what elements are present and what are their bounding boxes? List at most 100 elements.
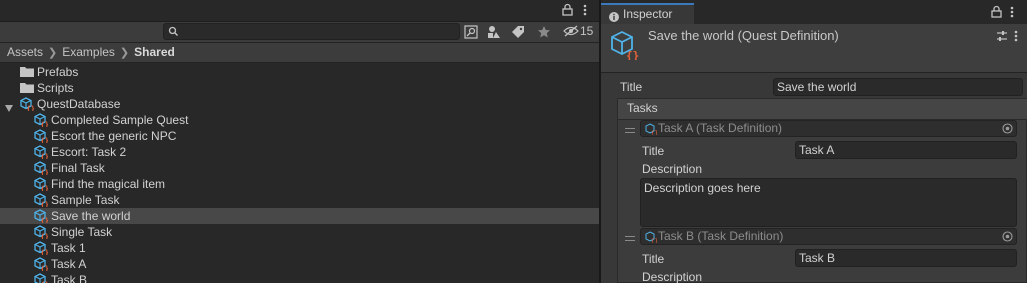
object-picker-icon[interactable]	[1002, 123, 1013, 138]
breadcrumb: Assets ❯ Examples ❯ Shared	[0, 43, 599, 63]
tree-item[interactable]: {}Completed Sample Quest	[0, 112, 599, 129]
tree-item[interactable]: {}Task A	[0, 256, 599, 273]
tree-item[interactable]: {}Sample Task	[0, 192, 599, 209]
task-asset-icon: {}	[34, 161, 49, 177]
svg-text:{}: {}	[41, 201, 49, 207]
inspector-window: Inspector {} Save the world (Quest Defin…	[601, 0, 1027, 283]
quest-definition-icon: {}	[610, 30, 640, 63]
tree-item-label: Escort the generic NPC	[51, 129, 177, 143]
task-b-header: Task B (Task Definition)	[658, 229, 784, 243]
svg-text:{}: {}	[41, 249, 49, 255]
tree-item[interactable]: Scripts	[0, 80, 599, 96]
quest-asset-icon: {}	[34, 225, 49, 241]
task-asset-icon: {}	[34, 257, 49, 273]
svg-text:{}: {}	[41, 121, 49, 127]
title-field[interactable]: Save the world	[773, 78, 1023, 96]
tree-item[interactable]: {}QuestDatabase	[0, 96, 599, 113]
tree-item-label: Task B	[51, 273, 88, 283]
task-a-description-label: Description	[642, 162, 703, 176]
tree-item-label: QuestDatabase	[37, 97, 121, 111]
svg-text:{}: {}	[27, 105, 35, 111]
tab-inspector-label: Inspector	[623, 7, 673, 21]
tree-item-label: Escort: Task 2	[51, 145, 127, 159]
project-tab-bar	[0, 0, 599, 22]
task-a-object-field[interactable]: {} Task A (Task Definition)	[640, 120, 1017, 137]
tree-item[interactable]: {}Single Task	[0, 224, 599, 241]
tree-item[interactable]: {}Escort the generic NPC	[0, 128, 599, 145]
filter-by-label-icon[interactable]	[509, 24, 527, 40]
tree-item[interactable]: {}Escort: Task 2	[0, 144, 599, 161]
asset-list: PrefabsScripts{}QuestDatabase{}Completed…	[0, 64, 599, 283]
tasks-label: Tasks	[627, 101, 658, 115]
quest-asset-icon: {}	[34, 113, 49, 129]
task-b-object-field[interactable]: {} Task B (Task Definition)	[640, 228, 1017, 245]
task-a-title-field[interactable]: Task A	[795, 141, 1017, 159]
quest-asset-icon: {}	[34, 209, 49, 225]
tree-item[interactable]: {}Final Task	[0, 160, 599, 177]
tree-item-label: Task A	[51, 257, 87, 271]
tree-item[interactable]: {}Task B	[0, 272, 599, 283]
svg-text:{}: {}	[651, 238, 657, 243]
quest-asset-icon: {}	[20, 97, 35, 113]
lock-icon[interactable]	[991, 5, 1002, 21]
svg-text:{}: {}	[41, 137, 49, 143]
tree-item[interactable]: {}Find the magical item	[0, 176, 599, 193]
search-by-type-icon[interactable]	[462, 24, 480, 40]
tree-item-label: Single Task	[51, 225, 113, 239]
svg-text:{}: {}	[41, 233, 49, 239]
breadcrumb-examples[interactable]: Examples	[62, 43, 115, 62]
task-asset-icon: {}	[34, 193, 49, 209]
lock-icon[interactable]	[562, 3, 573, 19]
folder-icon	[20, 82, 34, 96]
more-options-icon[interactable]	[1010, 6, 1014, 21]
chevron-right-icon: ❯	[48, 47, 58, 59]
tree-item[interactable]: Prefabs	[0, 64, 599, 80]
tree-item-label: Task 1	[51, 241, 86, 255]
more-options-icon[interactable]	[1014, 30, 1018, 45]
task-a-header: Task A (Task Definition)	[658, 121, 783, 135]
svg-text:{}: {}	[41, 185, 49, 191]
svg-text:{}: {}	[626, 49, 639, 60]
tree-item-label: Find the magical item	[51, 177, 166, 191]
svg-text:{}: {}	[41, 265, 49, 271]
breadcrumb-assets[interactable]: Assets	[7, 43, 43, 62]
tree-item[interactable]: {}Task 1	[0, 240, 599, 257]
quest-asset-icon: {}	[34, 129, 49, 145]
inspector-header: {} Save the world (Quest Definition)	[601, 24, 1027, 73]
filter-by-type-icon[interactable]	[485, 24, 503, 40]
settings-sliders-icon[interactable]	[996, 30, 1008, 45]
task-b-title-label: Title	[642, 252, 665, 266]
search-field[interactable]	[163, 23, 460, 40]
more-options-icon[interactable]	[583, 4, 587, 19]
hidden-packages-icon[interactable]	[563, 25, 579, 40]
tree-item-label: Scripts	[37, 81, 74, 95]
drag-handle-icon[interactable]	[625, 236, 635, 241]
drag-handle-icon[interactable]	[625, 128, 635, 133]
tab-inspector[interactable]: Inspector	[601, 3, 694, 24]
inspector-title: Save the world (Quest Definition)	[648, 28, 839, 43]
breadcrumb-shared[interactable]: Shared	[134, 43, 175, 62]
tree-item-label: Sample Task	[51, 193, 120, 207]
task-asset-icon: {}	[34, 241, 49, 257]
search-icon	[168, 26, 179, 40]
task-definition-icon: {}	[645, 231, 658, 247]
svg-text:{}: {}	[41, 217, 49, 223]
task-b-title-field[interactable]: Task B	[795, 249, 1017, 267]
tree-item[interactable]: {}Save the world	[0, 208, 599, 225]
task-asset-icon: {}	[34, 273, 49, 283]
task-a-title-label: Title	[642, 144, 665, 158]
inspector-body: Title Save the world Tasks {} Task A (Ta…	[601, 73, 1027, 283]
folder-icon	[20, 66, 34, 80]
chevron-right-icon: ❯	[119, 47, 130, 59]
title-label: Title	[620, 80, 643, 94]
svg-text:{}: {}	[651, 130, 657, 135]
tree-item-label: Completed Sample Quest	[51, 113, 189, 127]
favorites-star-icon[interactable]	[535, 24, 553, 40]
object-picker-icon[interactable]	[1002, 231, 1013, 246]
hidden-packages-count: 15	[580, 24, 594, 38]
project-window: 15 Assets ❯ Examples ❯ Shared Prefabs Scripts…	[0, 0, 599, 283]
tasks-header[interactable]: Tasks	[618, 99, 1027, 120]
tasks-list: Tasks {} Task A (Task Definition) Title …	[617, 98, 1027, 283]
task-a-description-field[interactable]: Description goes here	[640, 178, 1017, 227]
tree-item-label: Prefabs	[37, 65, 79, 79]
